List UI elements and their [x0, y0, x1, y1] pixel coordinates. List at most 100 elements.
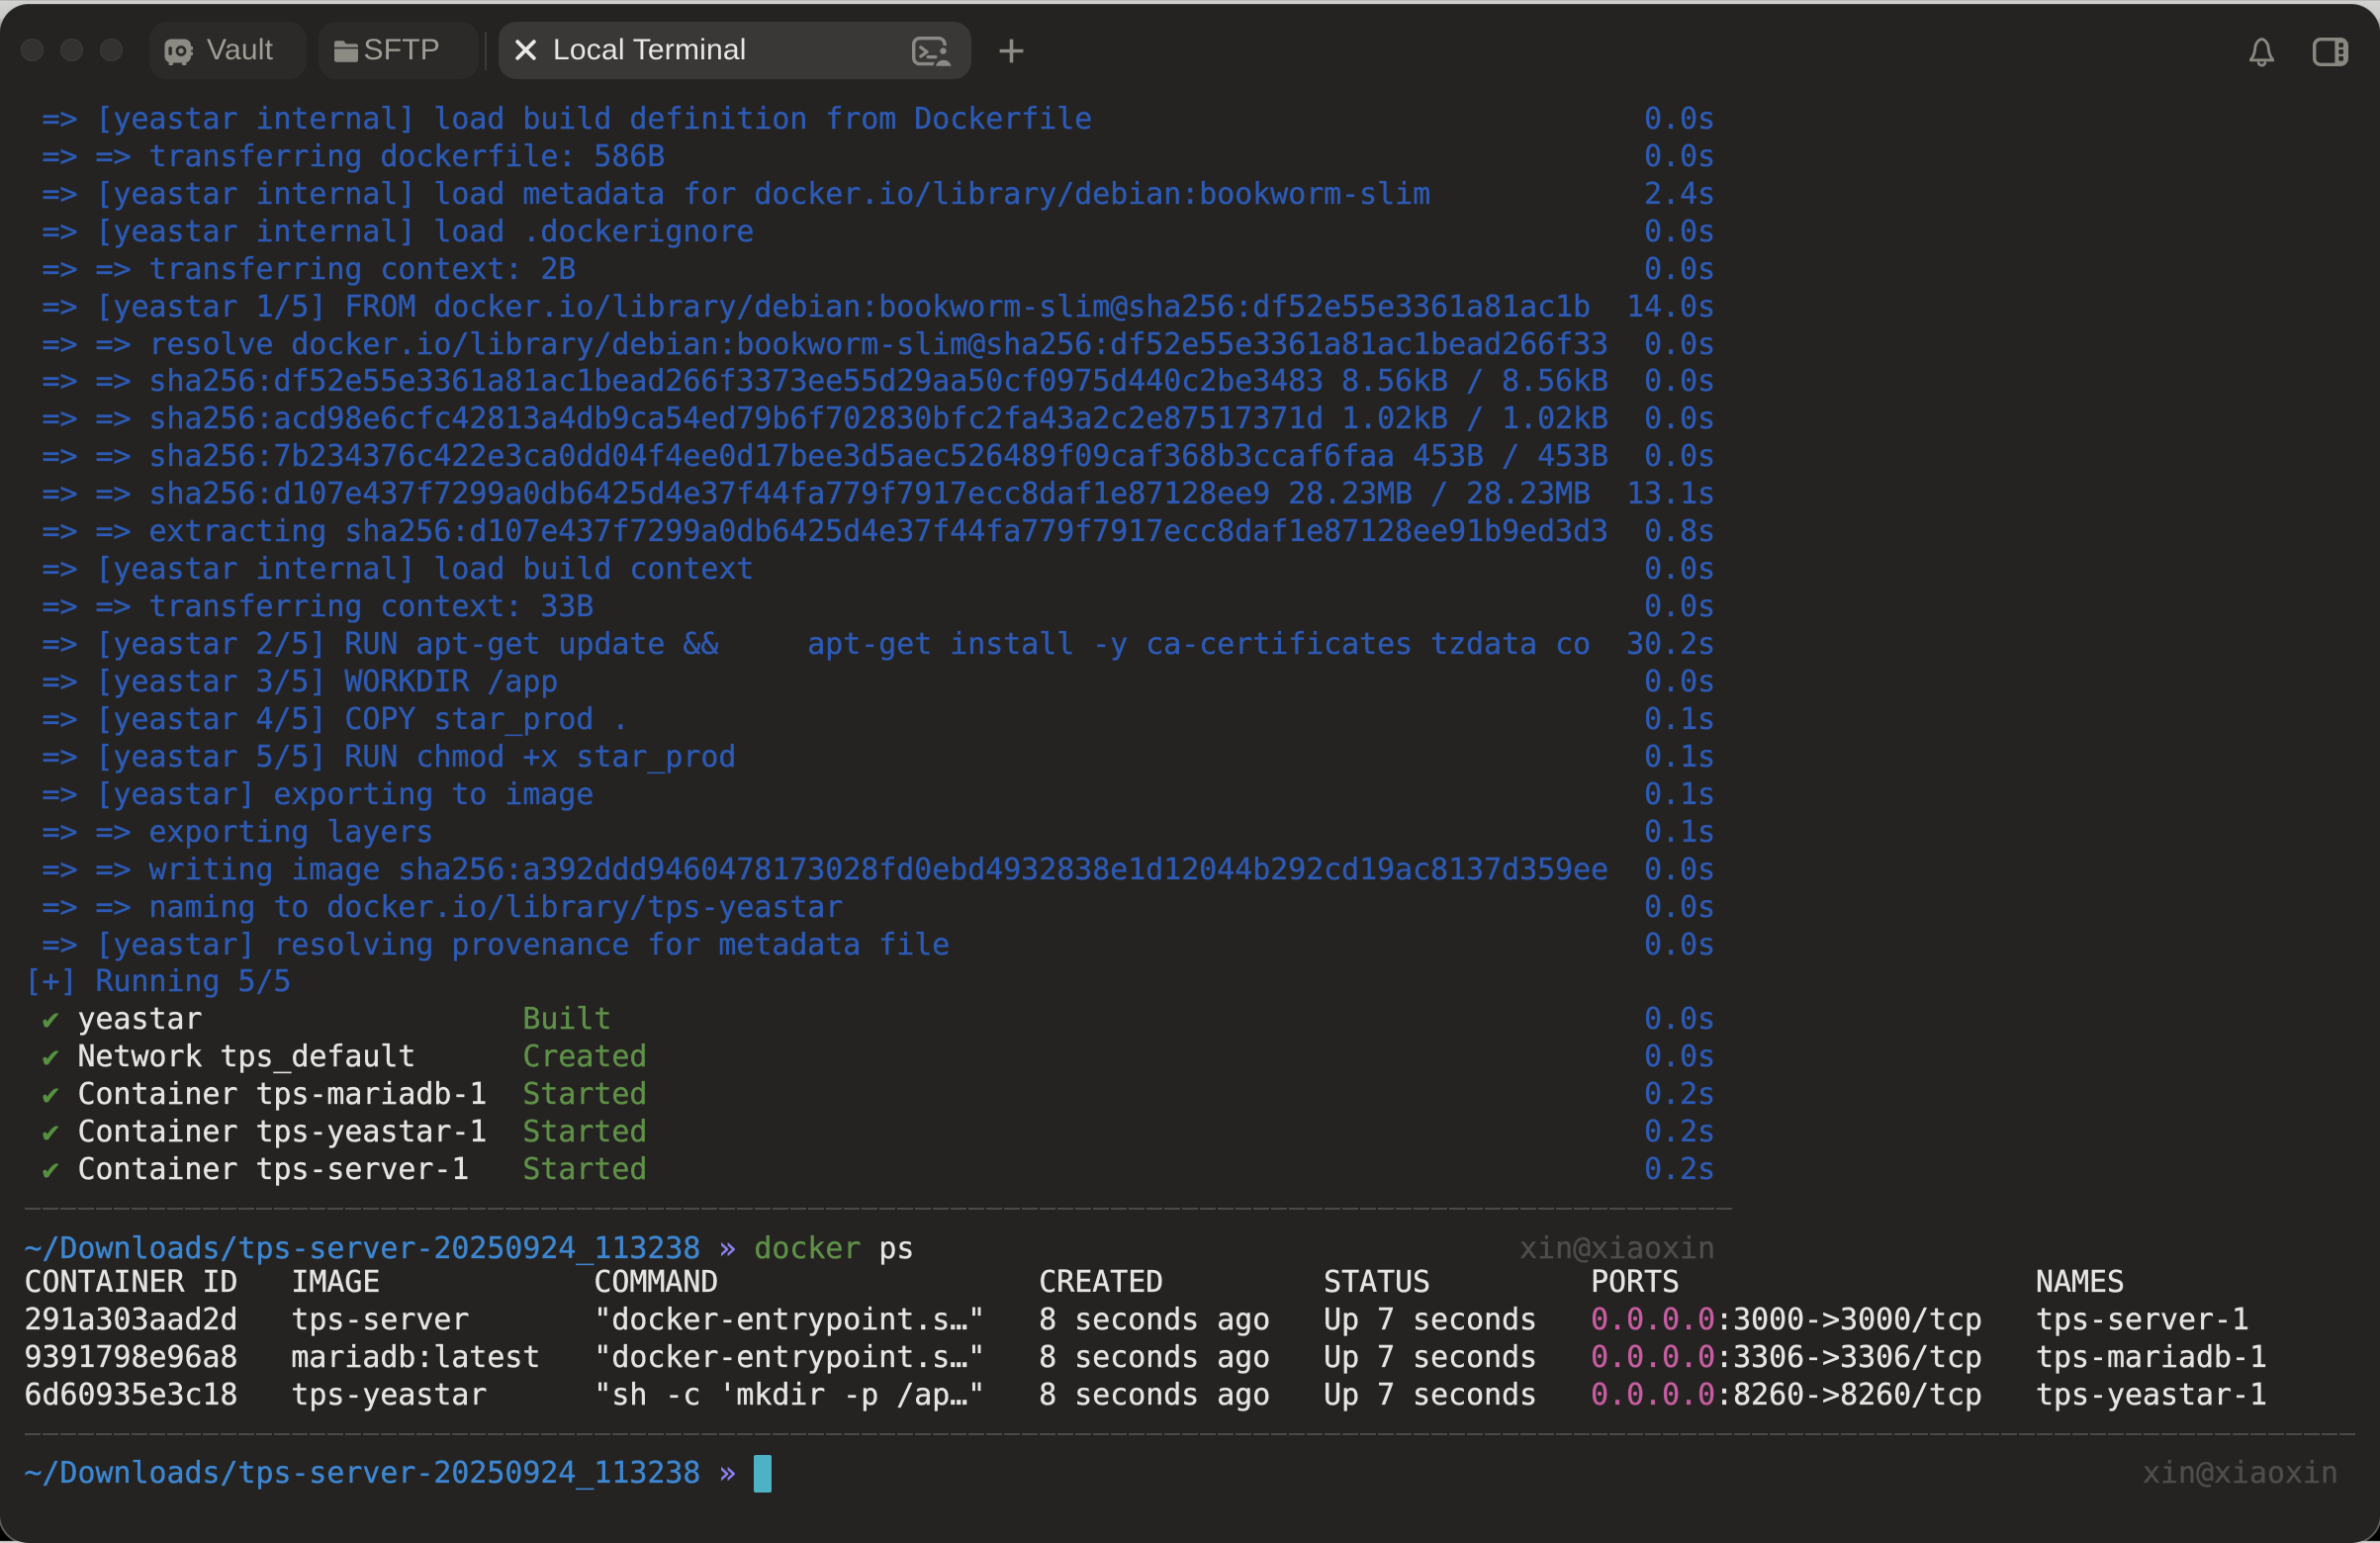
build-output-line: => [yeastar 5/5] RUN chmod +x star_prod … [25, 739, 2380, 776]
command-separator [25, 1208, 1734, 1211]
table-header-row: CONTAINER ID IMAGE COMMAND CREATED STATU… [25, 1264, 2380, 1302]
prompt-line: ~/Downloads/tps-server-20250924_113238 »… [25, 1230, 2380, 1268]
terminal-cursor [754, 1455, 772, 1493]
build-output-line: => => transferring context: 33B 0.0s [25, 589, 2380, 626]
build-output-line: => [yeastar internal] load build context… [25, 551, 2380, 589]
terminal-screen[interactable]: => [yeastar internal] load build definit… [25, 101, 2380, 1543]
separator-row [25, 1189, 2380, 1226]
close-window-button[interactable] [21, 39, 45, 62]
terminal-user-icon [912, 37, 952, 66]
terminal-text-segment: => => sha256:d107e437f7299a0db6425d4e37f… [25, 477, 1716, 511]
terminal-text-segment: => [yeastar 5/5] RUN chmod +x star_prod … [25, 740, 1716, 774]
close-tab-icon[interactable] [515, 40, 536, 60]
build-output-line: => => sha256:d107e437f7299a0db6425d4e37f… [25, 476, 2380, 513]
compose-status-line: ✔ Container tps-mariadb-1 Started 0.2s [25, 1076, 2380, 1114]
terminal-text-segment [25, 1040, 43, 1074]
titlebar: Vault SFTP Local Terminal [0, 4, 2380, 107]
folder-icon [334, 41, 358, 62]
terminal-text-segment: => [yeastar internal] load metadata for … [25, 177, 1716, 212]
terminal-text-segment: 0.2s [647, 1115, 1715, 1149]
tab-divider [485, 32, 487, 70]
compose-status-line: ✔ Container tps-yeastar-1 Started 0.2s [25, 1114, 2380, 1151]
check-icon: ✔ [43, 1001, 60, 1039]
build-output-line: => [yeastar 4/5] COPY star_prod . 0.1s [25, 701, 2380, 739]
terminal-text-segment: Built [522, 1002, 611, 1037]
command-separator [25, 1433, 2357, 1436]
sidebar-panel-icon[interactable] [2313, 38, 2348, 66]
build-output-line: => => extracting sha256:d107e437f7299a0d… [25, 513, 2380, 551]
build-output-line: => => sha256:7b234376c422e3ca0dd04f4ee0d… [25, 438, 2380, 476]
terminal-text-segment: 6d60935e3c18 tps-yeastar "sh -c 'mkdir -… [25, 1378, 1592, 1412]
terminal-text-segment: => [yeastar 1/5] FROM docker.io/library/… [25, 290, 1716, 324]
build-output-line: => => writing image sha256:a392ddd946047… [25, 852, 2380, 889]
build-output-line: => => sha256:df52e55e3361a81ac1bead266f3… [25, 363, 2380, 401]
build-output-line: => => naming to docker.io/library/tps-ye… [25, 889, 2380, 927]
terminal-text-segment: => [yeastar] resolving provenance for me… [25, 928, 1716, 962]
build-output-line: => [yeastar] resolving provenance for me… [25, 927, 2380, 964]
table-row: 291a303aad2d tps-server "docker-entrypoi… [25, 1302, 2380, 1339]
terminal-text-segment: Container tps-server-1 [60, 1152, 523, 1187]
terminal-text-segment: 0.0s [647, 1040, 1715, 1074]
terminal-text-segment [25, 1115, 43, 1149]
compose-status-line: ✔ Container tps-server-1 Started 0.2s [25, 1151, 2380, 1189]
terminal-text-segment: ~/Downloads/tps-server-20250924_113238 [25, 1456, 701, 1491]
terminal-text-segment [25, 1152, 43, 1187]
terminal-text-segment: => [yeastar 2/5] RUN apt-get update && a… [25, 627, 1716, 662]
terminal-text-segment: => => naming to docker.io/library/tps-ye… [25, 890, 1716, 925]
terminal-text-segment: => => transferring dockerfile: 586B 0.0s [25, 139, 1716, 174]
compose-status-line: ✔ Network tps_default Created 0.0s [25, 1039, 2380, 1076]
build-output-line: => => transferring context: 2B 0.0s [25, 251, 2380, 289]
terminal-text-segment: => [yeastar internal] load .dockerignore… [25, 215, 1716, 249]
terminal-text-segment: CONTAINER ID IMAGE COMMAND CREATED STATU… [25, 1265, 2126, 1300]
compose-status-line: ✔ yeastar Built 0.0s [25, 1001, 2380, 1039]
tab-sftp[interactable]: SFTP [319, 22, 479, 80]
terminal-text-segment: => [yeastar internal] load build definit… [25, 102, 1716, 136]
build-output-line: => [yeastar internal] load .dockerignore… [25, 214, 2380, 251]
build-output-line: => [yeastar internal] load build definit… [25, 101, 2380, 138]
terminal-text-segment: 0.0.0.0 [1591, 1340, 1715, 1375]
notifications-bell-icon[interactable] [2249, 38, 2274, 67]
terminal-text-segment: Container tps-mariadb-1 [60, 1077, 523, 1112]
build-output-line: => [yeastar internal] load metadata for … [25, 176, 2380, 214]
terminal-text-segment: => [yeastar] exporting to image 0.1s [25, 777, 1716, 812]
terminal-text-segment: :3306->3306/tcp tps-mariadb-1 [1715, 1340, 2267, 1375]
build-output-line: => [yeastar 1/5] FROM docker.io/library/… [25, 289, 2380, 326]
terminal-text-segment: 0.0s [611, 1002, 1715, 1037]
check-icon: ✔ [43, 1114, 60, 1151]
terminal-text-segment: 0.0.0.0 [1591, 1303, 1715, 1337]
terminal-text-segment: Started [522, 1077, 647, 1112]
build-output-line: => => transferring dockerfile: 586B 0.0s [25, 138, 2380, 176]
terminal-text-segment [25, 1077, 43, 1112]
zoom-window-button[interactable] [100, 39, 124, 62]
terminal-text-segment: => [yeastar 4/5] COPY star_prod . 0.1s [25, 702, 1716, 737]
check-icon: ✔ [43, 1076, 60, 1114]
minimize-window-button[interactable] [60, 39, 84, 62]
terminal-text-segment: » [700, 1456, 754, 1491]
terminal-text-segment: 291a303aad2d tps-server "docker-entrypoi… [25, 1303, 1592, 1337]
terminal-text-segment: 0.0.0.0 [1591, 1378, 1715, 1412]
new-tab-button[interactable] [999, 39, 1024, 66]
terminal-text-segment: Network tps_default [60, 1040, 523, 1074]
build-output-line: => => sha256:acd98e6cfc42813a4db9ca54ed7… [25, 401, 2380, 438]
build-output-line: => [yeastar 3/5] WORKDIR /app 0.0s [25, 664, 2380, 701]
vault-icon [164, 39, 193, 65]
tab-local-terminal[interactable]: Local Terminal [499, 22, 971, 80]
terminal-text-segment: Created [522, 1040, 647, 1074]
tab-vault[interactable]: Vault [149, 22, 307, 80]
terminal-text-segment: => => sha256:df52e55e3361a81ac1bead266f3… [25, 364, 1716, 399]
tab-vault-label: Vault [207, 34, 273, 67]
terminal-text-segment: => [yeastar internal] load build context… [25, 552, 1716, 587]
build-output-line: => => exporting layers 0.1s [25, 814, 2380, 852]
terminal-text-segment: 9391798e96a8 mariadb:latest "docker-entr… [25, 1340, 1592, 1375]
terminal-text-segment: 0.2s [647, 1152, 1715, 1187]
table-row: 9391798e96a8 mariadb:latest "docker-entr… [25, 1339, 2380, 1377]
terminal-text-segment: Started [522, 1152, 647, 1187]
check-icon: ✔ [43, 1151, 60, 1189]
traffic-lights [21, 39, 124, 62]
check-icon: ✔ [43, 1039, 60, 1076]
separator-row [25, 1414, 2380, 1452]
terminal-text-segment: :8260->8260/tcp tps-yeastar-1 [1715, 1378, 2267, 1412]
plus-icon [999, 39, 1024, 63]
terminal-text-segment: => => transferring context: 33B 0.0s [25, 590, 1716, 624]
terminal-text-segment: => => resolve docker.io/library/debian:b… [25, 327, 1716, 362]
